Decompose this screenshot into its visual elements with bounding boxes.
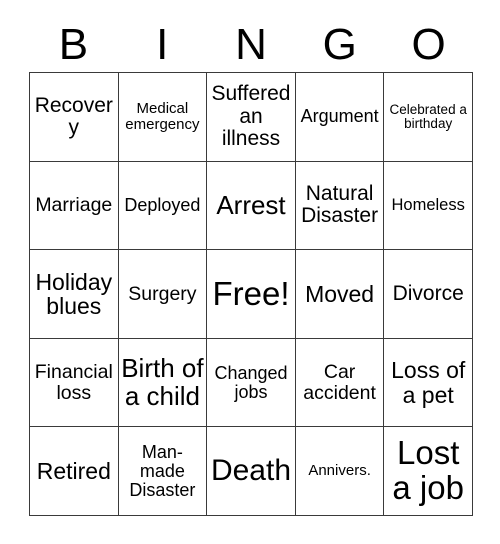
bingo-cell-label: Celebrated a birthday [389, 101, 467, 131]
bingo-cell-label: Loss of a pet [391, 357, 466, 408]
bingo-cell[interactable]: Deployed [118, 161, 208, 251]
bingo-cell[interactable]: Marriage [30, 161, 119, 251]
bingo-cell[interactable]: Suffered an illness [207, 73, 296, 162]
bingo-cell[interactable]: Car accident [295, 338, 385, 428]
bingo-cell-label: Suffered an illness [211, 82, 291, 150]
bingo-card: B I N G O Recovery Medical emergency Suffe… [0, 0, 500, 544]
bingo-cell-label: Retired [36, 458, 111, 484]
bingo-cell[interactable]: Man-made Disaster [118, 427, 208, 516]
bingo-cell-label: Homeless [391, 195, 465, 214]
bingo-cell-label: Death [210, 454, 292, 488]
bingo-cell[interactable]: Loss of a pet [384, 338, 473, 428]
bingo-cell[interactable]: Death [207, 427, 296, 516]
bingo-cell-label: Holiday blues [35, 268, 113, 319]
bingo-cell[interactable]: Natural Disaster [295, 161, 385, 251]
bingo-header-letter-g: G [322, 20, 357, 69]
bingo-cell-label: Changed jobs [214, 362, 288, 402]
bingo-cell[interactable]: Medical emergency [118, 73, 208, 162]
bingo-cell-label: Moved [305, 280, 375, 307]
bingo-header-letter-i: I [156, 20, 169, 69]
bingo-cell-label: Recovery [34, 93, 113, 139]
bingo-cell-label: Argument [300, 106, 379, 127]
bingo-cell[interactable]: Holiday blues [30, 250, 119, 339]
bingo-cell-label: Free! [212, 274, 290, 312]
bingo-header-letter-n: N [235, 20, 267, 69]
bingo-cell-label: Arrest [216, 189, 286, 220]
bingo-cell[interactable]: Divorce [384, 250, 473, 339]
bingo-cell-label: Deployed [124, 194, 201, 215]
bingo-cell[interactable]: Retired [30, 427, 119, 516]
bingo-cell[interactable]: Argument [295, 73, 385, 162]
bingo-cell-label: Medical emergency [125, 99, 200, 133]
bingo-header: B I N G O [29, 18, 473, 72]
bingo-cell[interactable]: Financial loss [30, 338, 119, 428]
bingo-free-space-cell[interactable]: Free! [207, 250, 296, 339]
bingo-cell[interactable]: Birth of a child [118, 338, 208, 428]
bingo-header-letter-o: O [411, 20, 446, 69]
bingo-cell[interactable]: Annivers. [295, 427, 385, 516]
bingo-cell[interactable]: Moved [295, 250, 385, 339]
bingo-cell[interactable]: Lost a job [384, 427, 473, 516]
bingo-cell-label: Annivers. [308, 462, 371, 480]
bingo-cell-label: Natural Disaster [301, 182, 379, 228]
bingo-cell-label: Car accident [303, 360, 376, 404]
bingo-cell[interactable]: Celebrated a birthday [384, 73, 473, 162]
bingo-cell-label: Lost a job [392, 434, 464, 507]
bingo-grid: Recovery Medical emergency Suffered an ill… [29, 72, 473, 516]
bingo-cell-label: Man-made Disaster [129, 441, 196, 500]
bingo-cell[interactable]: Changed jobs [207, 338, 296, 428]
bingo-cell-label: Birth of a child [121, 353, 204, 411]
bingo-cell[interactable]: Recovery [30, 73, 119, 162]
bingo-cell-label: Financial loss [34, 360, 113, 404]
bingo-cell[interactable]: Arrest [207, 161, 296, 251]
bingo-header-letter-b: B [58, 20, 89, 69]
bingo-cell-label: Surgery [128, 282, 197, 305]
bingo-cell-label: Divorce [392, 281, 464, 305]
bingo-cell[interactable]: Surgery [118, 250, 208, 339]
bingo-cell[interactable]: Homeless [384, 161, 473, 251]
bingo-cell-label: Marriage [35, 194, 113, 217]
